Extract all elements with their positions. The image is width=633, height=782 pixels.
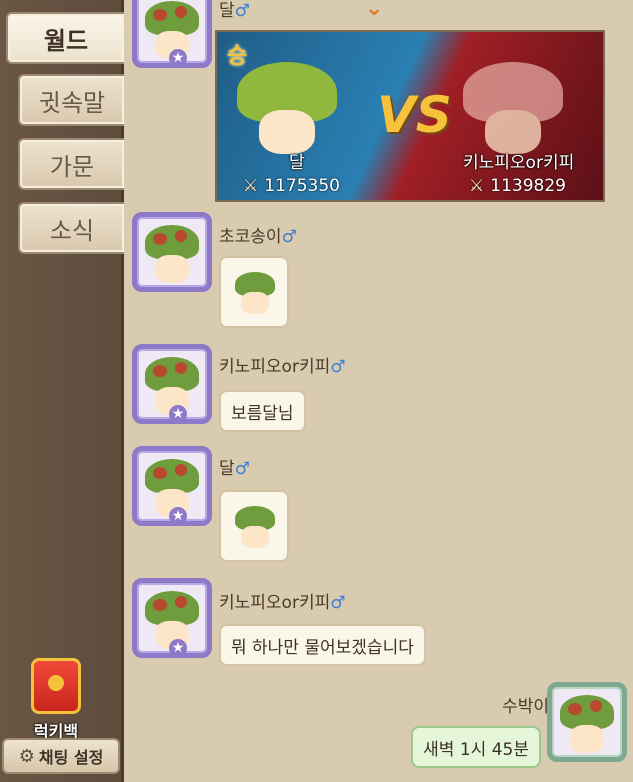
avatar[interactable]: ★ xyxy=(132,578,212,658)
chat-channel-sidebar: 월드 귓속말 가문 소식 럭키백 ⚙ 채팅 설정 xyxy=(0,0,124,782)
star-icon: ★ xyxy=(169,639,187,653)
sword-icon: ⚔ xyxy=(243,176,259,196)
tab-world[interactable]: 월드 xyxy=(6,12,124,64)
avatar[interactable] xyxy=(132,212,212,292)
star-icon: ★ xyxy=(169,405,187,419)
tab-world-label: 월드 xyxy=(43,26,89,55)
left-player-name: 달 xyxy=(289,153,305,173)
tab-family[interactable]: 가문 xyxy=(18,138,124,190)
star-icon: ★ xyxy=(169,507,187,521)
message-sender: 달♂ xyxy=(219,459,250,479)
my-chat-bubble: 새벽 1시 45분 xyxy=(411,726,541,768)
chevron-down-icon[interactable]: ⌄ xyxy=(365,0,383,21)
message-sender: 수박이 xyxy=(502,697,549,717)
sword-icon: ⚔ xyxy=(469,176,485,196)
tab-news[interactable]: 소식 xyxy=(18,202,124,254)
lucky-bag-icon xyxy=(31,658,81,714)
vs-label: VS xyxy=(377,86,452,144)
star-icon: ★ xyxy=(169,49,187,63)
chat-feed[interactable]: ⌄ ★ 달♂ 승 VS 달 키노피오or키피 ⚔ 1175350 ⚔ 1139829… xyxy=(127,0,633,782)
message-sender: 달♂ xyxy=(219,1,250,21)
chat-bubble: 보름달님 xyxy=(219,390,306,432)
message-sender: 키노피오or키피♂ xyxy=(219,593,346,613)
tab-family-label: 가문 xyxy=(49,152,95,181)
tab-whisper-label: 귓속말 xyxy=(38,88,106,117)
avatar[interactable]: ★ xyxy=(132,0,212,68)
message-sender: 키노피오or키피♂ xyxy=(219,357,346,377)
sticker-message[interactable] xyxy=(219,490,289,562)
lucky-bag-button[interactable]: 럭키백 xyxy=(26,658,86,742)
avatar[interactable]: ★ xyxy=(132,446,212,526)
chat-settings-button[interactable]: ⚙ 채팅 설정 xyxy=(2,738,120,774)
chat-settings-label: 채팅 설정 xyxy=(38,748,104,767)
left-character xyxy=(237,62,337,172)
right-player-name: 키노피오or키피 xyxy=(463,153,575,173)
my-avatar[interactable] xyxy=(547,682,627,762)
sticker-message[interactable] xyxy=(219,256,289,328)
chat-bubble: 뭐 하나만 물어보겠습니다 xyxy=(219,624,426,666)
gear-icon: ⚙ xyxy=(18,745,35,767)
battle-result-card[interactable]: 승 VS 달 키노피오or키피 ⚔ 1175350 ⚔ 1139829 xyxy=(215,30,605,202)
tab-whisper[interactable]: 귓속말 xyxy=(18,74,124,126)
right-player-score: ⚔ 1139829 xyxy=(469,176,566,196)
message-sender: 초코송이♂ xyxy=(219,227,297,247)
tab-news-label: 소식 xyxy=(49,216,95,245)
avatar[interactable]: ★ xyxy=(132,344,212,424)
left-player-score: ⚔ 1175350 xyxy=(243,176,340,196)
win-badge: 승 xyxy=(227,44,248,69)
